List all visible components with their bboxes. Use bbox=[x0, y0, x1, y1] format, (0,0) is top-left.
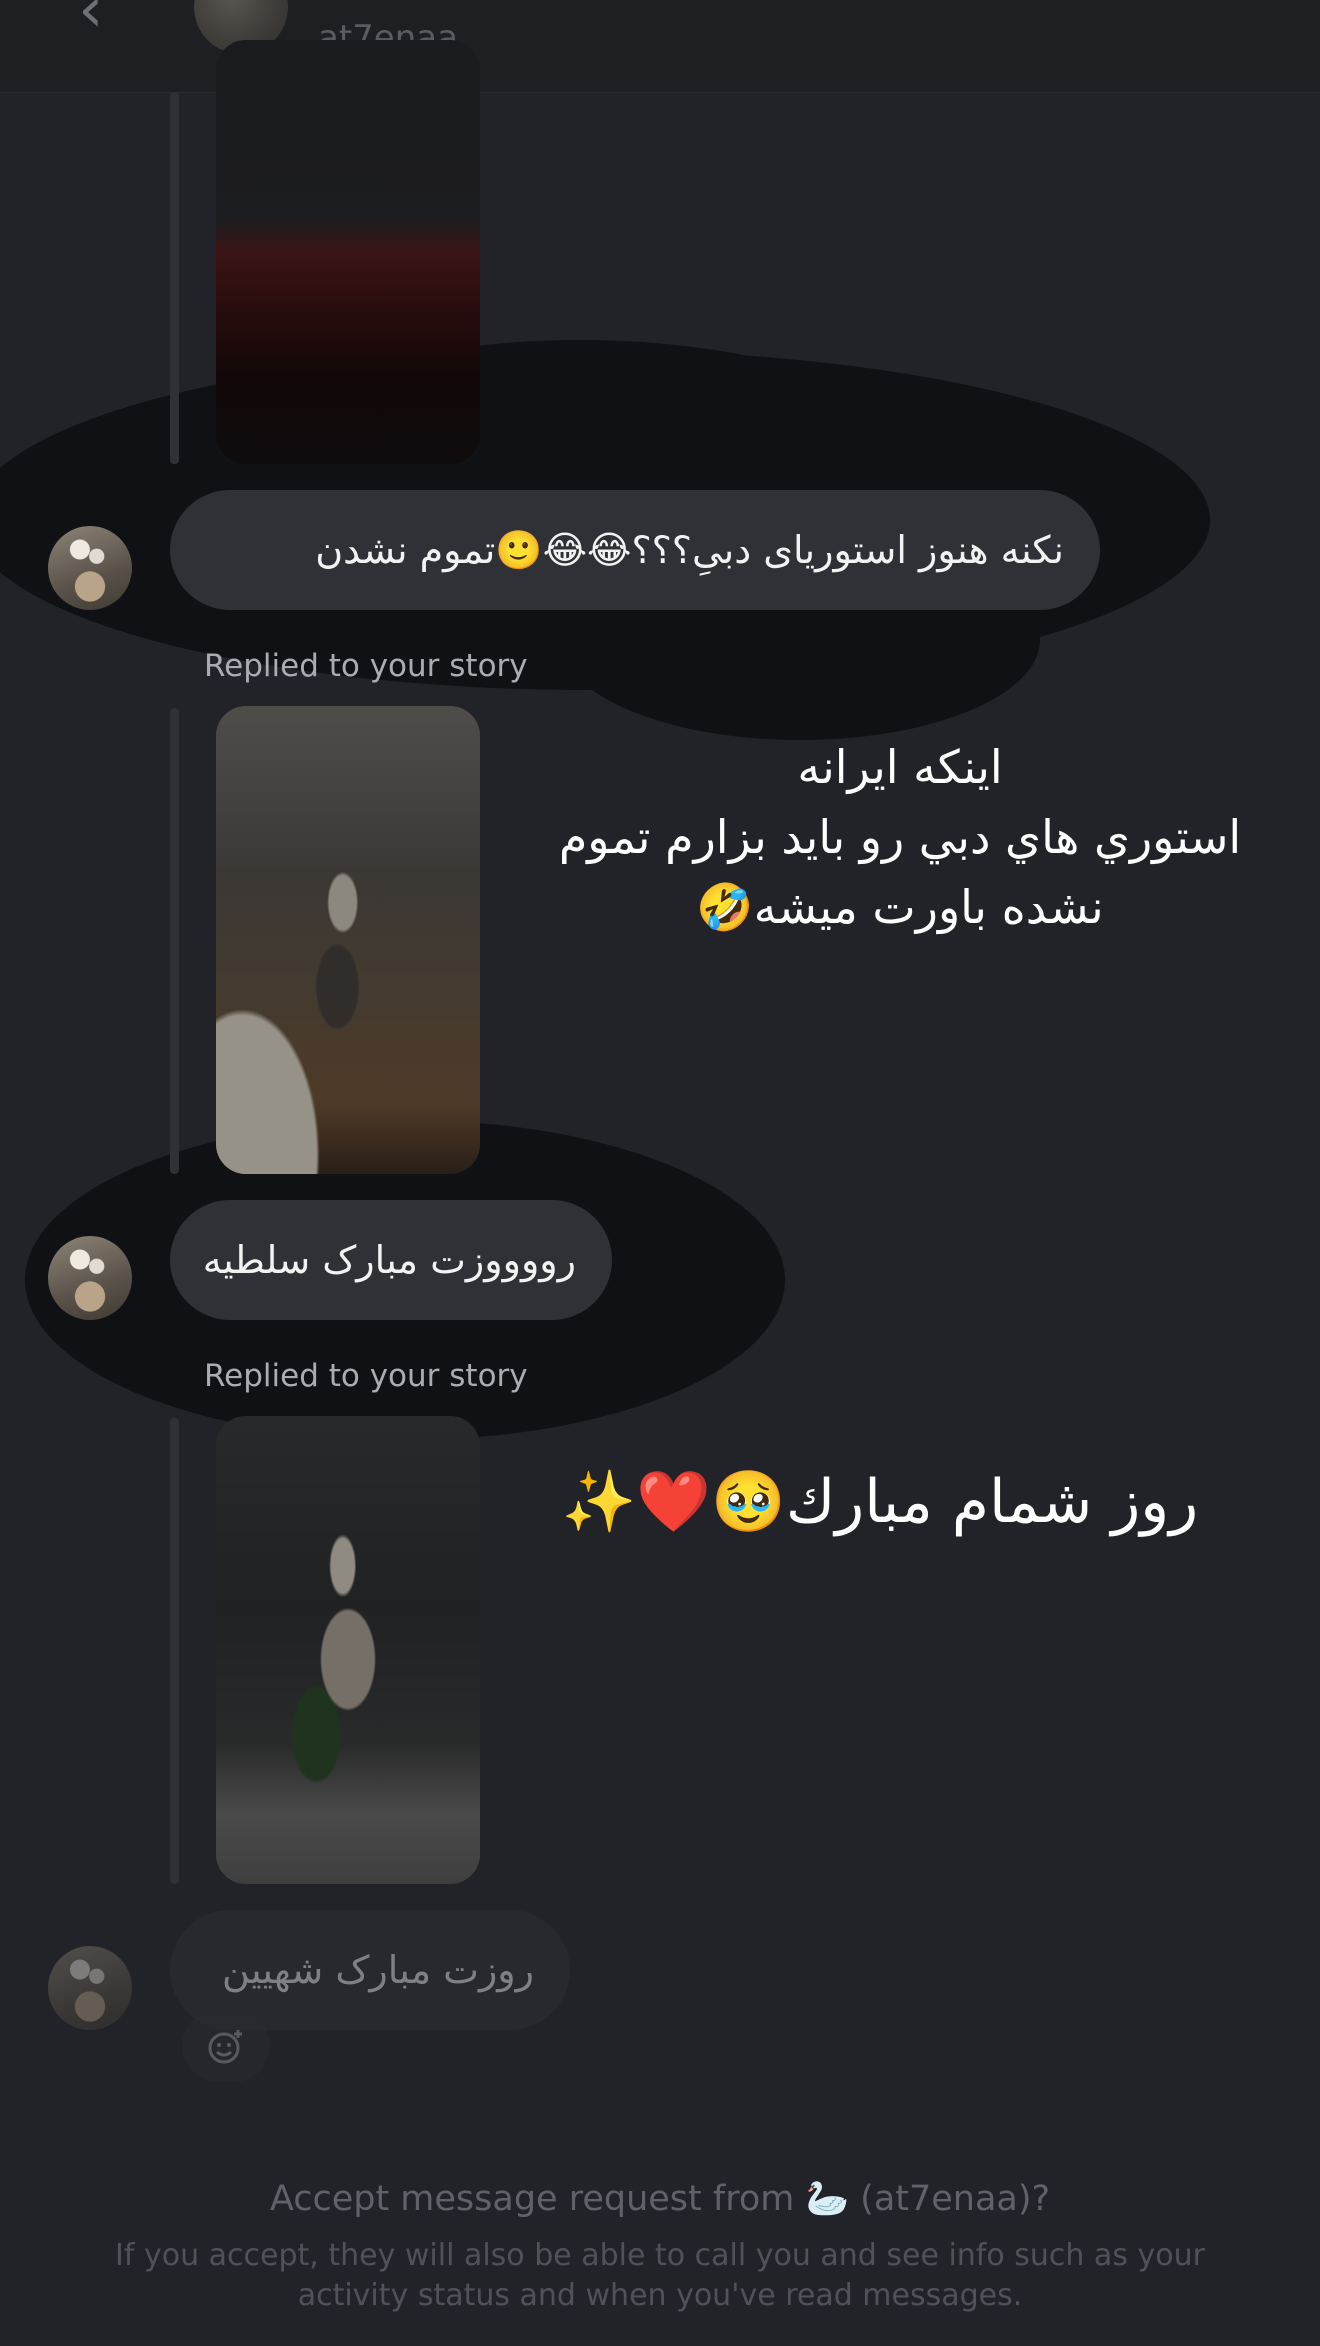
message-bubble[interactable]: رووووزت مبارک سلطیه bbox=[170, 1200, 612, 1320]
message-request-info: If you accept, they will also be able to… bbox=[115, 2238, 1205, 2313]
sender-avatar[interactable] bbox=[48, 526, 132, 610]
story-thumbnail[interactable] bbox=[216, 706, 480, 1174]
story-thumbnail[interactable] bbox=[216, 1416, 480, 1884]
smiley-plus-icon bbox=[208, 2030, 242, 2064]
reply-label: Replied to your story bbox=[204, 648, 528, 684]
story-caption: روز شمام مبارك🥹❤️✨ bbox=[561, 1467, 1199, 1537]
story-image-overlay bbox=[216, 1416, 480, 1884]
story-caption: اینکه ایرانه استوري هاي دبي رو بايد بزار… bbox=[558, 740, 1242, 934]
message-request-title: Accept message request from 🦢 (at7enaa)? bbox=[269, 2179, 1051, 2219]
story-thumbnail[interactable] bbox=[216, 40, 480, 464]
story-image-overlay bbox=[216, 706, 480, 1174]
sender-avatar[interactable] bbox=[48, 1236, 132, 1320]
reply-line bbox=[170, 1418, 179, 1884]
reply-label: Replied to your story bbox=[204, 1358, 528, 1394]
message-thread: نکنه هنوز استوریای دبیِ؟؟؟😂😂🙂تموم نشدن R… bbox=[0, 0, 1320, 2346]
add-reaction-icon[interactable] bbox=[182, 2010, 270, 2082]
sender-avatar[interactable] bbox=[48, 1946, 132, 2030]
reply-line bbox=[170, 708, 179, 1174]
message-bubble[interactable]: نکنه هنوز استوریای دبیِ؟؟؟😂😂🙂تموم نشدن bbox=[170, 490, 1100, 610]
reply-line bbox=[170, 92, 179, 464]
